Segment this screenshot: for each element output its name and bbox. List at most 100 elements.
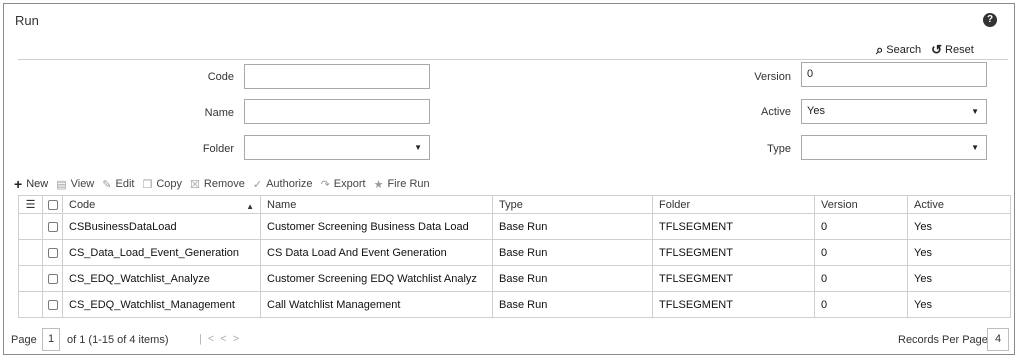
sort-ascending-icon: ▲ <box>246 201 254 211</box>
cell-active: Yes <box>907 213 1011 240</box>
copy-label: Copy <box>156 178 183 190</box>
run-table: ☰ Code ▲ Name Type Folder Version Active… <box>18 195 1011 318</box>
cell-version: 0 <box>814 213 908 240</box>
row-checkbox[interactable] <box>42 291 63 318</box>
name-label: Name <box>204 107 234 119</box>
cell-version: 0 <box>814 239 908 266</box>
records-per-page-label: Records Per Page <box>898 334 988 346</box>
page-label: Page <box>11 334 37 346</box>
next-page-icon[interactable]: > <box>233 333 245 345</box>
cell-name: Customer Screening Business Data Load <box>260 213 493 240</box>
help-icon[interactable]: ? <box>983 13 997 27</box>
remove-label: Remove <box>203 178 245 190</box>
reset-icon: ↺ <box>931 42 943 57</box>
export-icon: ↷ <box>320 178 330 191</box>
table-row[interactable]: CSBusinessDataLoad Customer Screening Bu… <box>18 213 1011 240</box>
column-header-code[interactable]: Code ▲ <box>62 195 261 214</box>
cell-type: Base Run <box>492 265 653 292</box>
version-field[interactable]: 0 <box>801 62 987 87</box>
page-number-input[interactable]: 1 <box>42 328 60 351</box>
chevron-down-icon: ▼ <box>971 107 979 116</box>
column-header-active[interactable]: Active <box>907 195 1011 214</box>
records-per-page-input[interactable]: 4 <box>987 328 1009 351</box>
cell-code: CS_EDQ_Watchlist_Analyze <box>62 265 261 292</box>
page-title: Run <box>15 13 39 28</box>
cell-name: Customer Screening EDQ Watchlist Analyz <box>260 265 493 292</box>
export-label: Export <box>333 178 366 190</box>
table-row[interactable]: CS_EDQ_Watchlist_Management Call Watchli… <box>18 291 1011 318</box>
plus-icon: + <box>14 176 23 192</box>
type-label: Type <box>767 143 791 155</box>
export-button[interactable]: ↷ Export <box>321 178 366 191</box>
active-label: Active <box>761 106 791 118</box>
cell-folder: TFLSEGMENT <box>652 265 815 292</box>
fire-run-button[interactable]: ★ Fire Run <box>374 178 430 191</box>
cell-name: CS Data Load And Event Generation <box>260 239 493 266</box>
reset-label: Reset <box>945 44 974 56</box>
view-icon: ▤ <box>56 178 67 191</box>
row-checkbox[interactable] <box>42 239 63 266</box>
trash-icon: ☒ <box>190 178 200 191</box>
table-row[interactable]: CS_EDQ_Watchlist_Analyze Customer Screen… <box>18 265 1011 292</box>
name-field[interactable] <box>244 99 430 124</box>
authorize-button[interactable]: ✓ Authorize <box>253 178 313 191</box>
table-row[interactable]: CS_Data_Load_Event_Generation CS Data Lo… <box>18 239 1011 266</box>
cell-name: Call Watchlist Management <box>260 291 493 318</box>
prev-page-icon[interactable]: < <box>220 333 232 345</box>
fire-run-label: Fire Run <box>387 178 430 190</box>
column-header-type[interactable]: Type <box>492 195 653 214</box>
column-header-name[interactable]: Name <box>260 195 493 214</box>
active-value: Yes <box>807 105 825 117</box>
cell-active: Yes <box>907 239 1011 266</box>
search-icon: ⌕ <box>876 42 884 57</box>
pagination-bar: Page 1 of 1 (1-15 of 4 items) |<<> Recor… <box>4 325 1016 355</box>
folder-label: Folder <box>202 143 234 155</box>
edit-button[interactable]: ✎ Edit <box>102 178 134 191</box>
divider <box>18 59 1008 60</box>
row-spacer <box>18 239 43 266</box>
column-header-folder[interactable]: Folder <box>652 195 815 214</box>
folder-select[interactable]: ▼ <box>244 135 430 160</box>
type-select[interactable]: ▼ <box>801 135 987 160</box>
code-label: Code <box>207 71 234 83</box>
search-label: Search <box>886 44 922 56</box>
cell-active: Yes <box>907 291 1011 318</box>
cell-code: CSBusinessDataLoad <box>62 213 261 240</box>
chevron-down-icon: ▼ <box>971 143 979 152</box>
column-chooser-icon[interactable]: ☰ <box>18 195 43 214</box>
row-checkbox[interactable] <box>42 265 63 292</box>
cell-code: CS_Data_Load_Event_Generation <box>62 239 261 266</box>
select-all-checkbox[interactable] <box>42 195 63 214</box>
cell-version: 0 <box>814 265 908 292</box>
authorize-label: Authorize <box>266 178 313 190</box>
new-label: New <box>26 178 49 190</box>
row-spacer <box>18 291 43 318</box>
cell-folder: TFLSEGMENT <box>652 291 815 318</box>
search-button[interactable]: ⌕ Search <box>876 42 921 58</box>
new-button[interactable]: + New <box>14 176 48 192</box>
authorize-icon: ✓ <box>252 178 263 191</box>
column-header-version[interactable]: Version <box>814 195 908 214</box>
page-summary: of 1 (1-15 of 4 items) <box>67 334 169 346</box>
page-nav: |<<> <box>199 333 245 345</box>
remove-button[interactable]: ☒ Remove <box>190 178 245 191</box>
code-field[interactable] <box>244 64 430 89</box>
view-label: View <box>70 178 95 190</box>
chevron-down-icon: ▼ <box>414 143 422 152</box>
action-toolbar: + New ▤ View ✎ Edit ❐ Copy ☒ Remove ✓ Au… <box>14 176 430 192</box>
search-bar: ⌕ Search ↺ Reset <box>876 42 974 58</box>
active-select[interactable]: Yes ▼ <box>801 99 987 124</box>
first-page-icon[interactable]: |< <box>199 333 220 345</box>
copy-icon: ❐ <box>142 178 153 191</box>
cell-code: CS_EDQ_Watchlist_Management <box>62 291 261 318</box>
row-checkbox[interactable] <box>42 213 63 240</box>
cell-type: Base Run <box>492 213 653 240</box>
reset-button[interactable]: ↺ Reset <box>931 42 974 58</box>
edit-label: Edit <box>115 178 135 190</box>
table-header-row: ☰ Code ▲ Name Type Folder Version Active <box>18 195 1011 214</box>
cell-type: Base Run <box>492 291 653 318</box>
view-button[interactable]: ▤ View <box>56 178 94 191</box>
cell-folder: TFLSEGMENT <box>652 213 815 240</box>
copy-button[interactable]: ❐ Copy <box>142 178 182 191</box>
run-panel: Run ? ⌕ Search ↺ Reset Code Name Folder … <box>3 3 1015 355</box>
